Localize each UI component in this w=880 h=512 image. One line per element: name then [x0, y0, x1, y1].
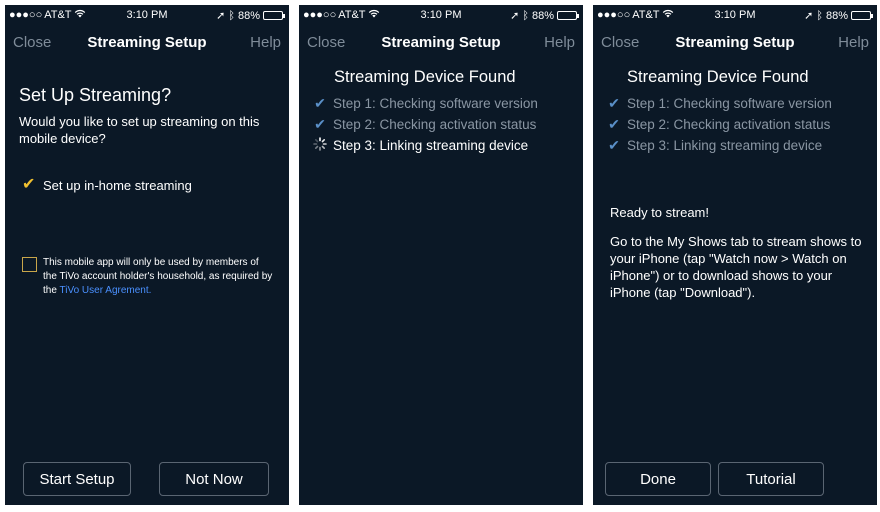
start-setup-button[interactable]: Start Setup [23, 462, 131, 496]
nav-title: Streaming Setup [87, 34, 207, 51]
check-icon: ✔ [314, 116, 326, 132]
check-icon: ✔ [314, 95, 326, 111]
bluetooth-icon: ᛒ [228, 9, 235, 22]
tutorial-button[interactable]: Tutorial [718, 462, 824, 496]
nav-bar: Close Streaming Setup Help [5, 32, 289, 54]
step-label: Step 3: Linking streaming device [627, 138, 823, 153]
option-label: Set up in-home streaming [43, 178, 192, 193]
step-label: Step 2: Checking activation status [627, 117, 831, 132]
user-agreement-link[interactable]: TiVo User Agrement [60, 285, 149, 296]
battery-percent: 88% [531, 9, 554, 22]
screen-set-up-streaming: ●●●○○ AT&T 3:10 PM ➚ ᛒ 88% Close Streami… [5, 5, 289, 505]
step-3: ✔ Step 3: Linking streaming device [607, 137, 822, 154]
bluetooth-icon: ᛒ [816, 9, 823, 22]
not-now-button[interactable]: Not Now [159, 462, 269, 496]
step-label: Step 2: Checking activation status [333, 117, 537, 132]
nav-bar: Close Streaming Setup Help [593, 32, 877, 54]
screen-ready-to-stream: ●●●○○ AT&T 3:10 PM ➚ ᛒ 88% Close Streami… [593, 5, 877, 505]
page-title: Streaming Device Found [334, 68, 516, 86]
ready-message: Ready to stream! [610, 205, 709, 220]
battery-percent: 88% [237, 9, 260, 22]
step-1: ✔ Step 1: Checking software version [313, 95, 538, 112]
step-label: Step 1: Checking software version [333, 96, 538, 111]
done-button[interactable]: Done [605, 462, 711, 496]
step-2: ✔ Step 2: Checking activation status [607, 116, 830, 133]
instructions-text: Go to the My Shows tab to stream shows t… [610, 234, 862, 300]
step-label: Step 3: Linking streaming device [333, 138, 529, 153]
bluetooth-icon: ᛒ [522, 9, 529, 22]
location-arrow-icon: ➚ [804, 10, 814, 22]
screen-linking-device: ●●●○○ AT&T 3:10 PM ➚ ᛒ 88% Close Streami… [299, 5, 583, 505]
help-button[interactable]: Help [544, 34, 575, 51]
battery-percent: 88% [825, 9, 848, 22]
battery-icon [263, 11, 285, 20]
agreement-text: This mobile app will only be used by mem… [43, 256, 273, 298]
battery-icon [851, 11, 873, 20]
location-arrow-icon: ➚ [216, 10, 226, 22]
help-button[interactable]: Help [838, 34, 869, 51]
nav-bar: Close Streaming Setup Help [299, 32, 583, 54]
agreement-end: . [148, 285, 152, 296]
status-bar: ●●●○○ AT&T 3:10 PM ➚ ᛒ 88% [593, 5, 877, 25]
step-label: Step 1: Checking software version [627, 96, 832, 111]
status-bar: ●●●○○ AT&T 3:10 PM ➚ ᛒ 88% [299, 5, 583, 25]
spinner-icon [313, 137, 327, 154]
setup-question: Would you like to set up streaming on th… [19, 114, 260, 146]
battery-icon [557, 11, 579, 20]
check-icon: ✔ [608, 95, 620, 111]
nav-title: Streaming Setup [675, 34, 795, 51]
step-3: Step 3: Linking streaming device [313, 137, 528, 154]
help-button[interactable]: Help [250, 34, 281, 51]
location-arrow-icon: ➚ [510, 10, 520, 22]
agreement-checkbox[interactable] [22, 257, 37, 272]
check-icon: ✔ [608, 137, 620, 153]
page-title: Streaming Device Found [627, 68, 809, 86]
step-2: ✔ Step 2: Checking activation status [313, 116, 536, 133]
page-title: Set Up Streaming? [19, 85, 172, 105]
check-icon: ✔ [22, 176, 36, 193]
status-bar: ●●●○○ AT&T 3:10 PM ➚ ᛒ 88% [5, 5, 289, 25]
nav-title: Streaming Setup [381, 34, 501, 51]
check-icon: ✔ [608, 116, 620, 132]
step-1: ✔ Step 1: Checking software version [607, 95, 832, 112]
